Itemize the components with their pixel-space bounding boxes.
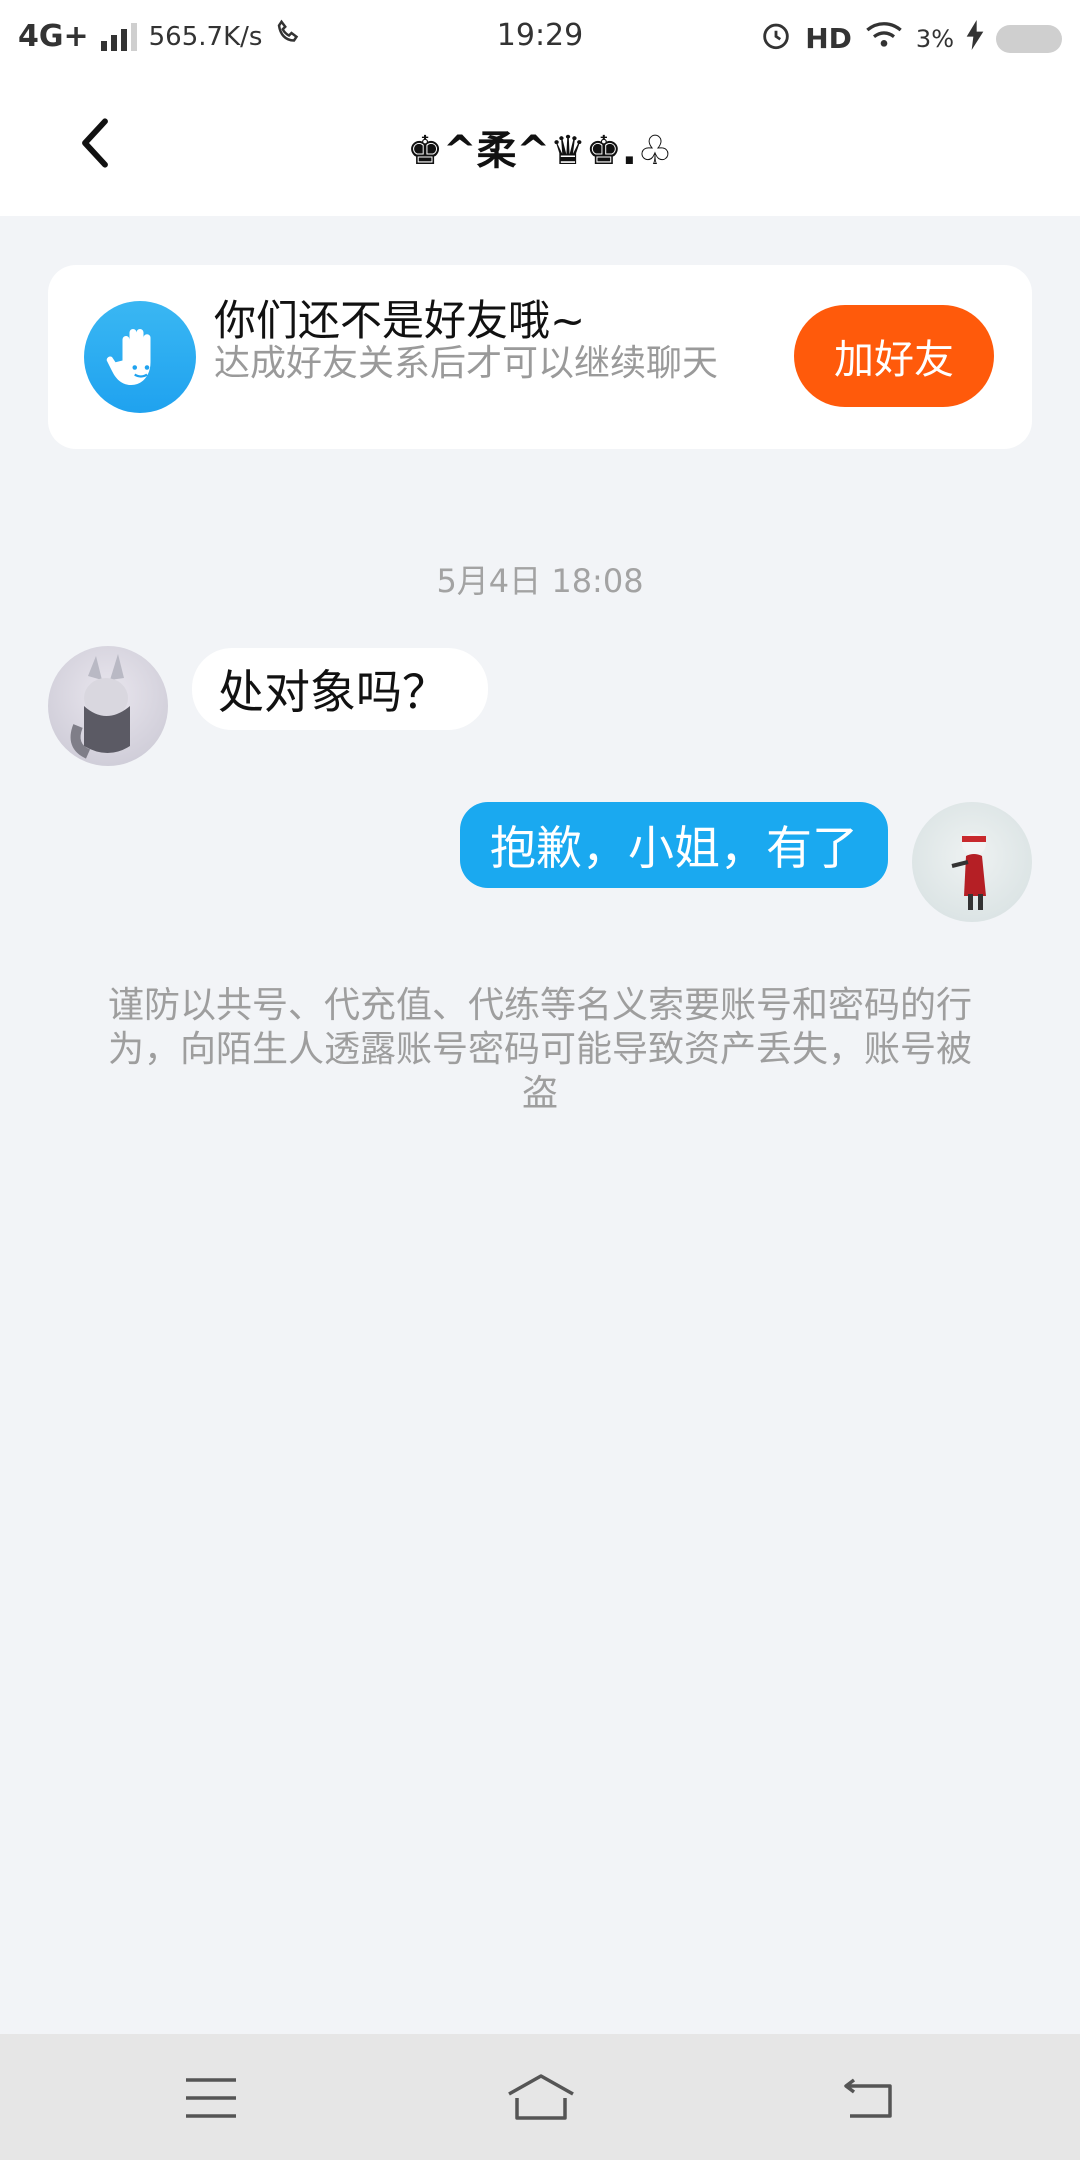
hd-badge: HD	[805, 22, 852, 55]
status-right: HD 3%	[759, 18, 1062, 59]
outgoing-message-bubble[interactable]: 抱歉，小姐，有了	[460, 802, 888, 888]
contact-avatar-image	[70, 654, 130, 759]
notice-title: 你们还不是好友哦~	[214, 296, 586, 345]
battery-icon	[996, 24, 1062, 53]
incoming-message-bubble[interactable]: 处对象吗？	[192, 648, 488, 730]
message-timestamp: 5月4日 18:08	[436, 562, 644, 600]
alarm-icon	[759, 18, 793, 59]
home-button[interactable]	[496, 2068, 586, 2128]
menu-button[interactable]	[166, 2068, 256, 2128]
friend-notice-card: 你们还不是好友哦~ 达成好友关系后才可以继续聊天 加好友	[48, 265, 1032, 449]
back-nav-button[interactable]	[824, 2068, 914, 2128]
avatar[interactable]	[912, 802, 1032, 922]
chat-header: ♚^柔^♛♚.♧	[0, 72, 1080, 216]
back-arrow-icon	[844, 2078, 892, 2118]
home-icon	[508, 2074, 574, 2120]
security-warning: 谨防以共号、代充值、代练等名义索要账号和密码的行为，向陌生人透露账号密码可能导致…	[107, 985, 972, 1114]
system-nav-bar	[0, 2034, 1080, 2160]
charging-icon	[966, 20, 984, 57]
menu-icon	[186, 2078, 236, 2118]
status-bar: 4G+ 565.7K/s 19:29 HD 3%	[0, 0, 1080, 72]
avatar[interactable]	[48, 646, 168, 766]
wifi-icon	[864, 20, 904, 57]
chat-title: ♚^柔^♛♚.♧	[407, 128, 673, 174]
hand-icon	[84, 301, 196, 413]
notice-subtitle: 达成好友关系后才可以继续聊天	[214, 343, 719, 384]
user-avatar-image	[951, 833, 986, 910]
battery-percent: 3%	[915, 24, 954, 53]
add-friend-button[interactable]: 加好友	[794, 305, 994, 407]
